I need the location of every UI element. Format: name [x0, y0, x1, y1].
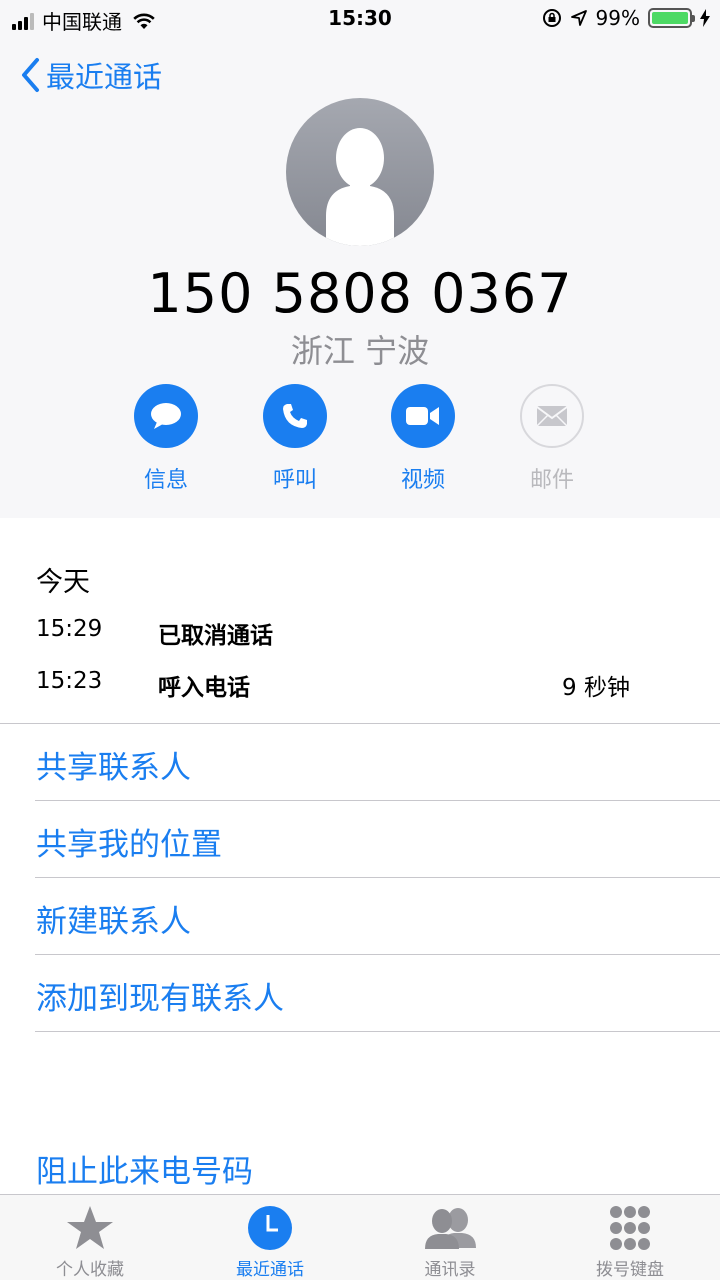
battery-icon	[648, 8, 695, 28]
battery-percent: 99%	[595, 6, 640, 30]
divider	[35, 800, 720, 801]
clock-icon	[248, 1206, 292, 1250]
tab-label: 通讯录	[424, 1260, 476, 1280]
charging-bolt-icon	[700, 9, 710, 27]
action-video[interactable]: 视频	[368, 384, 478, 494]
message-icon	[151, 403, 181, 429]
call-type: 呼入电话	[158, 675, 250, 701]
call-time: 15:23	[36, 668, 103, 694]
call-time: 15:29	[36, 616, 103, 642]
mail-button	[520, 384, 584, 448]
call-duration: 9 秒钟	[562, 675, 630, 701]
battery-fill	[652, 12, 688, 24]
tab-label: 拨号键盘	[596, 1260, 664, 1280]
phone-icon	[283, 404, 307, 428]
location-arrow-icon	[570, 10, 587, 26]
tab-keypad[interactable]: 拨号键盘	[540, 1203, 720, 1280]
share-contact-link[interactable]: 共享联系人	[36, 742, 191, 787]
video-icon	[406, 407, 439, 425]
action-label: 呼叫	[272, 468, 317, 493]
keypad-icon	[610, 1206, 650, 1250]
action-call[interactable]: 呼叫	[240, 384, 350, 494]
tab-label: 个人收藏	[56, 1260, 124, 1280]
action-label: 视频	[400, 468, 445, 493]
action-message[interactable]: 信息	[111, 384, 221, 494]
call-type: 已取消通话	[158, 623, 273, 649]
new-contact-link[interactable]: 新建联系人	[36, 896, 191, 941]
action-mail: 邮件	[497, 384, 607, 494]
video-button[interactable]	[391, 384, 455, 448]
history-heading: 今天	[36, 567, 90, 598]
back-button[interactable]: 最近通话	[20, 54, 162, 96]
back-label: 最近通话	[46, 60, 163, 94]
star-icon	[67, 1206, 113, 1249]
contacts-icon	[425, 1208, 476, 1249]
tab-label: 最近通话	[236, 1260, 304, 1280]
tab-bar: 个人收藏 最近通话 通讯录 拨号键盘	[0, 1194, 720, 1280]
share-location-link[interactable]: 共享我的位置	[36, 819, 222, 864]
orientation-lock-icon	[542, 9, 561, 27]
phone-number: 150 5808 0367	[147, 262, 573, 325]
call-button[interactable]	[263, 384, 327, 448]
status-bar: 中国联通 15:30 99%	[0, 0, 720, 40]
divider	[35, 877, 720, 878]
message-button[interactable]	[134, 384, 198, 448]
contact-avatar	[286, 98, 434, 246]
tab-favorites[interactable]: 个人收藏	[0, 1203, 180, 1280]
tab-recents[interactable]: 最近通话	[180, 1203, 360, 1280]
tab-contacts[interactable]: 通讯录	[360, 1203, 540, 1280]
number-location: 浙江 宁波	[290, 332, 430, 370]
chevron-left-icon	[22, 58, 39, 92]
divider	[0, 723, 720, 724]
action-label: 邮件	[529, 468, 574, 493]
add-to-existing-contact-link[interactable]: 添加到现有联系人	[36, 973, 284, 1018]
mail-icon	[536, 406, 568, 427]
divider	[35, 954, 720, 955]
divider	[35, 1031, 720, 1032]
action-label: 信息	[143, 468, 188, 493]
person-silhouette-icon	[326, 128, 394, 246]
block-caller-link[interactable]: 阻止此来电号码	[36, 1146, 253, 1191]
